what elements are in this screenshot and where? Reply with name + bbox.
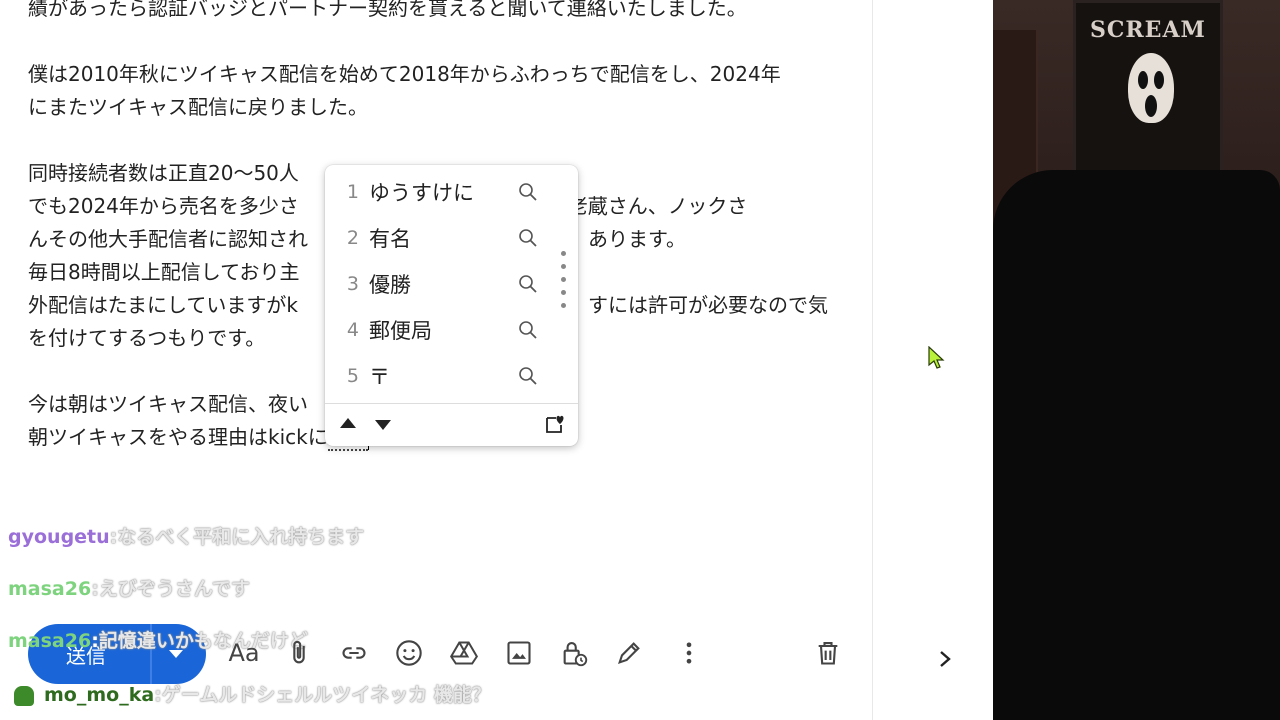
webcam-poster: SCREAM — [1073, 0, 1223, 190]
ime-candidate[interactable]: 5 〒 — [325, 353, 578, 399]
stream-chat-overlay-lower: masa26:記憶違いかもなんだけど mo_mo_ka:ゲームルドシェルルツイネ… — [0, 620, 740, 720]
body-line: 僕は2010年秋にツイキャス配信を始めて2018年からふわっちで配信をし、202… — [28, 62, 781, 86]
body-line-left: 外配信はたまにしていますがk — [28, 293, 298, 317]
candidate-word: ゆうすけに — [369, 181, 474, 205]
pin-icon[interactable] — [543, 412, 567, 436]
search-icon[interactable] — [518, 182, 538, 202]
search-icon[interactable] — [518, 274, 538, 294]
ime-candidate[interactable]: 4 郵便局 — [325, 307, 578, 353]
chat-message: masa26:記憶違いかもなんだけど — [8, 626, 308, 656]
poster-text: SCREAM — [1090, 17, 1206, 43]
body-line-left: でも2024年から売名を多少さ — [28, 194, 299, 218]
more-options-icon[interactable] — [674, 638, 704, 668]
chat-text: なるべく平和に入れ持ちます — [117, 526, 365, 548]
ime-candidate[interactable]: 3 優勝 — [325, 261, 578, 307]
search-icon[interactable] — [518, 366, 538, 386]
search-icon[interactable] — [518, 320, 538, 340]
formatting-options-button[interactable]: Aa — [228, 638, 260, 668]
chat-username: gyougetu — [8, 526, 110, 548]
ime-candidate-popup: 1 ゆうすけに 2 有名 3 優勝 4 郵便局 5 〒 — [325, 165, 578, 446]
chevron-right-icon[interactable] — [935, 648, 955, 670]
chat-text: 記憶違いかもなんだけど — [98, 630, 308, 652]
confidential-mode-icon[interactable] — [559, 638, 589, 668]
composing-prefix: 朝ツイキャスをやる理由はkickに — [28, 425, 328, 449]
compose-window: 績があったら認証バッジとパートナー契約を貰えると聞いて連絡いたしました。 僕は2… — [0, 0, 872, 720]
body-line-right: あります。 — [588, 227, 686, 251]
ime-candidate[interactable]: 2 有名 — [325, 215, 578, 261]
page-up-icon[interactable] — [340, 418, 356, 428]
candidate-number: 1 — [346, 181, 359, 203]
chat-message: gyougetu:なるべく平和に入れ持ちます — [8, 522, 364, 552]
chat-separator: : — [91, 578, 99, 600]
mouse-cursor-icon — [928, 346, 945, 369]
chat-username: masa26 — [8, 630, 92, 652]
chat-username: mo_mo_ka — [44, 684, 155, 706]
chat-text: えびぞうさんです — [98, 578, 250, 600]
body-blank-line — [28, 25, 848, 58]
candidate-number: 5 — [346, 365, 359, 387]
chat-username: masa26 — [8, 578, 92, 600]
page-down-icon[interactable] — [375, 420, 391, 430]
chat-separator: : — [154, 684, 162, 706]
chat-separator: : — [91, 630, 99, 652]
webcam-feed: SCREAM — [993, 0, 1280, 720]
candidate-word: 郵便局 — [369, 319, 432, 343]
body-line-left: んその他大手配信者に認知され — [28, 227, 308, 251]
format-label: Aa — [228, 639, 260, 667]
ime-scroll-indicator — [561, 251, 567, 317]
ime-candidate[interactable]: 1 ゆうすけに — [325, 169, 578, 215]
body-line-right: すには許可が必要なので気 — [588, 293, 828, 317]
scream-mask-icon — [1128, 53, 1174, 123]
candidate-word: 優勝 — [369, 273, 411, 297]
image-icon[interactable] — [504, 638, 534, 668]
drive-icon[interactable] — [449, 638, 479, 668]
trash-icon[interactable] — [813, 638, 843, 668]
body-line: にまたツイキャス配信に戻りました。 — [28, 95, 368, 119]
candidate-word: 〒 — [369, 365, 390, 389]
attach-icon[interactable] — [284, 638, 314, 668]
candidate-number: 4 — [346, 319, 359, 341]
body-line: 績があったら認証バッジとパートナー契約を貰えると聞いて連絡いたしました。 — [28, 0, 747, 20]
chat-message: mo_mo_ka:ゲームルドシェルルツイネッカ 機能？ — [14, 680, 491, 710]
webcam-chair — [993, 170, 1280, 720]
search-icon[interactable] — [518, 228, 538, 248]
emoji-icon[interactable] — [394, 638, 424, 668]
candidate-word: 有名 — [369, 227, 411, 251]
chat-text: ゲームルドシェルルツイネッカ 機能？ — [161, 684, 491, 706]
candidate-number: 2 — [346, 227, 359, 249]
signature-icon[interactable] — [614, 638, 644, 668]
chat-avatar-icon — [14, 685, 34, 706]
chat-message: masa26:えびぞうさんです — [8, 574, 250, 604]
link-icon[interactable] — [339, 638, 369, 668]
body-blank-line — [28, 124, 848, 157]
candidate-number: 3 — [346, 273, 359, 295]
ime-footer — [325, 403, 578, 446]
